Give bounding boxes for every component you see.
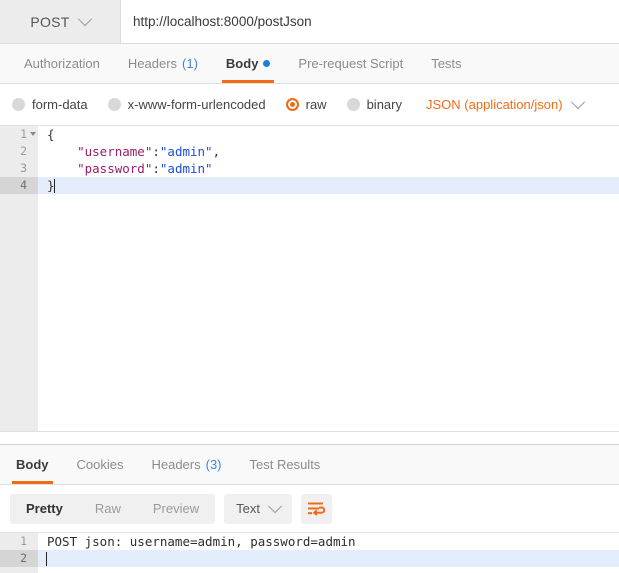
request-body-editor[interactable]: 1{2 "username":"admin", 3 "password":"adm… (0, 126, 619, 431)
tab-pre-request-script-label: Pre-request Script (298, 56, 404, 71)
body-mode-binary[interactable]: binary (346, 97, 402, 112)
code-token: : (152, 161, 160, 176)
code-token: , (212, 144, 221, 159)
radio-icon (107, 98, 121, 111)
panel-splitter[interactable] (0, 431, 619, 445)
body-modified-dot-icon (263, 60, 271, 67)
response-body-viewer[interactable]: 1 POST json: username=admin, password=adm… (0, 533, 619, 573)
response-tab-cookies-label: Cookies (76, 457, 124, 472)
code-line[interactable]: 1 POST json: username=admin, password=adm… (0, 533, 619, 550)
tab-body[interactable]: Body (212, 44, 285, 83)
chevron-down-icon (570, 94, 585, 109)
view-mode-raw-label: Raw (94, 501, 121, 516)
radio-icon (12, 98, 25, 111)
text-cursor (53, 179, 55, 193)
code-token: "username" (47, 144, 153, 159)
word-wrap-icon (307, 502, 325, 516)
request-code-area[interactable]: 1{2 "username":"admin", 3 "password":"adm… (0, 126, 619, 431)
tab-tests[interactable]: Tests (417, 44, 475, 83)
tab-authorization[interactable]: Authorization (10, 44, 114, 83)
code-line[interactable]: 1{ (0, 126, 619, 143)
response-format-label: Text (236, 501, 260, 516)
radio-selected-icon (285, 98, 299, 111)
response-toolbar: Pretty Raw Preview Text (0, 485, 619, 533)
body-mode-raw-label: raw (305, 97, 327, 112)
chevron-down-icon (267, 498, 283, 513)
code-line[interactable]: 2 "username":"admin", (0, 143, 619, 160)
code-token: "admin" (159, 144, 213, 159)
line-number: 3 (0, 160, 38, 177)
text-cursor (46, 552, 47, 566)
line-number: 2 (0, 143, 38, 160)
word-wrap-toggle-button[interactable] (300, 493, 332, 524)
body-mode-urlencoded-label: x-www-form-urlencoded (127, 97, 266, 112)
code-line[interactable]: 3 "password":"admin" (0, 160, 619, 177)
code-token: : (152, 144, 160, 159)
body-mode-row: form-data x-www-form-urlencoded raw bina… (0, 84, 619, 126)
response-tab-headers[interactable]: Headers (3) (137, 445, 235, 484)
code-line[interactable]: 4} (0, 177, 619, 194)
response-tab-bar: Body Cookies Headers (3) Test Results (0, 445, 619, 485)
code-text: POST json: username=admin, password=admi… (47, 534, 356, 549)
tab-headers[interactable]: Headers (1) (114, 44, 212, 83)
http-method-label: POST (30, 13, 70, 30)
response-tab-cookies[interactable]: Cookies (63, 445, 138, 484)
content-type-label: JSON (application/json) (426, 97, 563, 112)
code-token: { (47, 127, 55, 142)
response-tab-headers-label: Headers (151, 457, 201, 472)
code-token: "admin" (159, 161, 213, 176)
code-text: "password":"admin" (38, 160, 213, 177)
code-text: { (38, 126, 55, 143)
view-mode-pretty[interactable]: Pretty (10, 494, 79, 524)
tab-body-label: Body (225, 56, 259, 71)
url-input[interactable] (133, 14, 619, 29)
tab-headers-label: Headers (127, 56, 178, 71)
code-text: } (38, 177, 55, 194)
view-mode-raw[interactable]: Raw (79, 494, 137, 524)
view-mode-preview-label: Preview (152, 501, 200, 516)
fold-arrow-icon[interactable] (30, 132, 36, 136)
body-mode-binary-label: binary (366, 97, 402, 112)
request-url-bar: POST (0, 0, 619, 44)
code-line[interactable]: 2 (0, 550, 619, 567)
content-type-selector[interactable]: JSON (application/json) (426, 94, 585, 112)
view-mode-preview[interactable]: Preview (137, 494, 215, 524)
response-tab-body[interactable]: Body (2, 445, 63, 484)
response-format-selector[interactable]: Text (224, 493, 292, 524)
body-mode-raw[interactable]: raw (285, 97, 327, 112)
http-method-selector[interactable]: POST (0, 0, 121, 43)
request-tab-bar: Authorization Headers (1) Body Pre-reque… (0, 44, 619, 84)
tab-pre-request-script[interactable]: Pre-request Script (284, 44, 417, 83)
line-number: 2 (0, 550, 38, 567)
response-tab-headers-count: (3) (205, 457, 222, 472)
chevron-down-icon (77, 11, 92, 26)
tab-tests-label: Tests (431, 56, 462, 71)
body-mode-form-data-label: form-data (32, 97, 88, 112)
response-tab-body-label: Body (16, 457, 49, 472)
response-tab-test-results-label: Test Results (249, 457, 321, 472)
radio-icon (346, 98, 360, 111)
response-tab-test-results[interactable]: Test Results (236, 445, 335, 484)
line-number: 1 (0, 126, 38, 143)
code-text (38, 550, 47, 567)
view-mode-pretty-label: Pretty (26, 501, 63, 516)
body-mode-form-data[interactable]: form-data (12, 97, 88, 112)
line-number: 4 (0, 177, 38, 194)
body-mode-urlencoded[interactable]: x-www-form-urlencoded (107, 97, 266, 112)
code-token: "password" (47, 161, 153, 176)
response-code-area[interactable]: 1 POST json: username=admin, password=adm… (0, 533, 619, 573)
response-view-mode-group: Pretty Raw Preview (10, 493, 216, 524)
tab-authorization-label: Authorization (24, 56, 100, 71)
tab-headers-count: (1) (182, 56, 198, 71)
url-input-wrapper[interactable] (121, 0, 619, 43)
code-text: "username":"admin", (38, 143, 220, 160)
line-number: 1 (0, 533, 38, 550)
